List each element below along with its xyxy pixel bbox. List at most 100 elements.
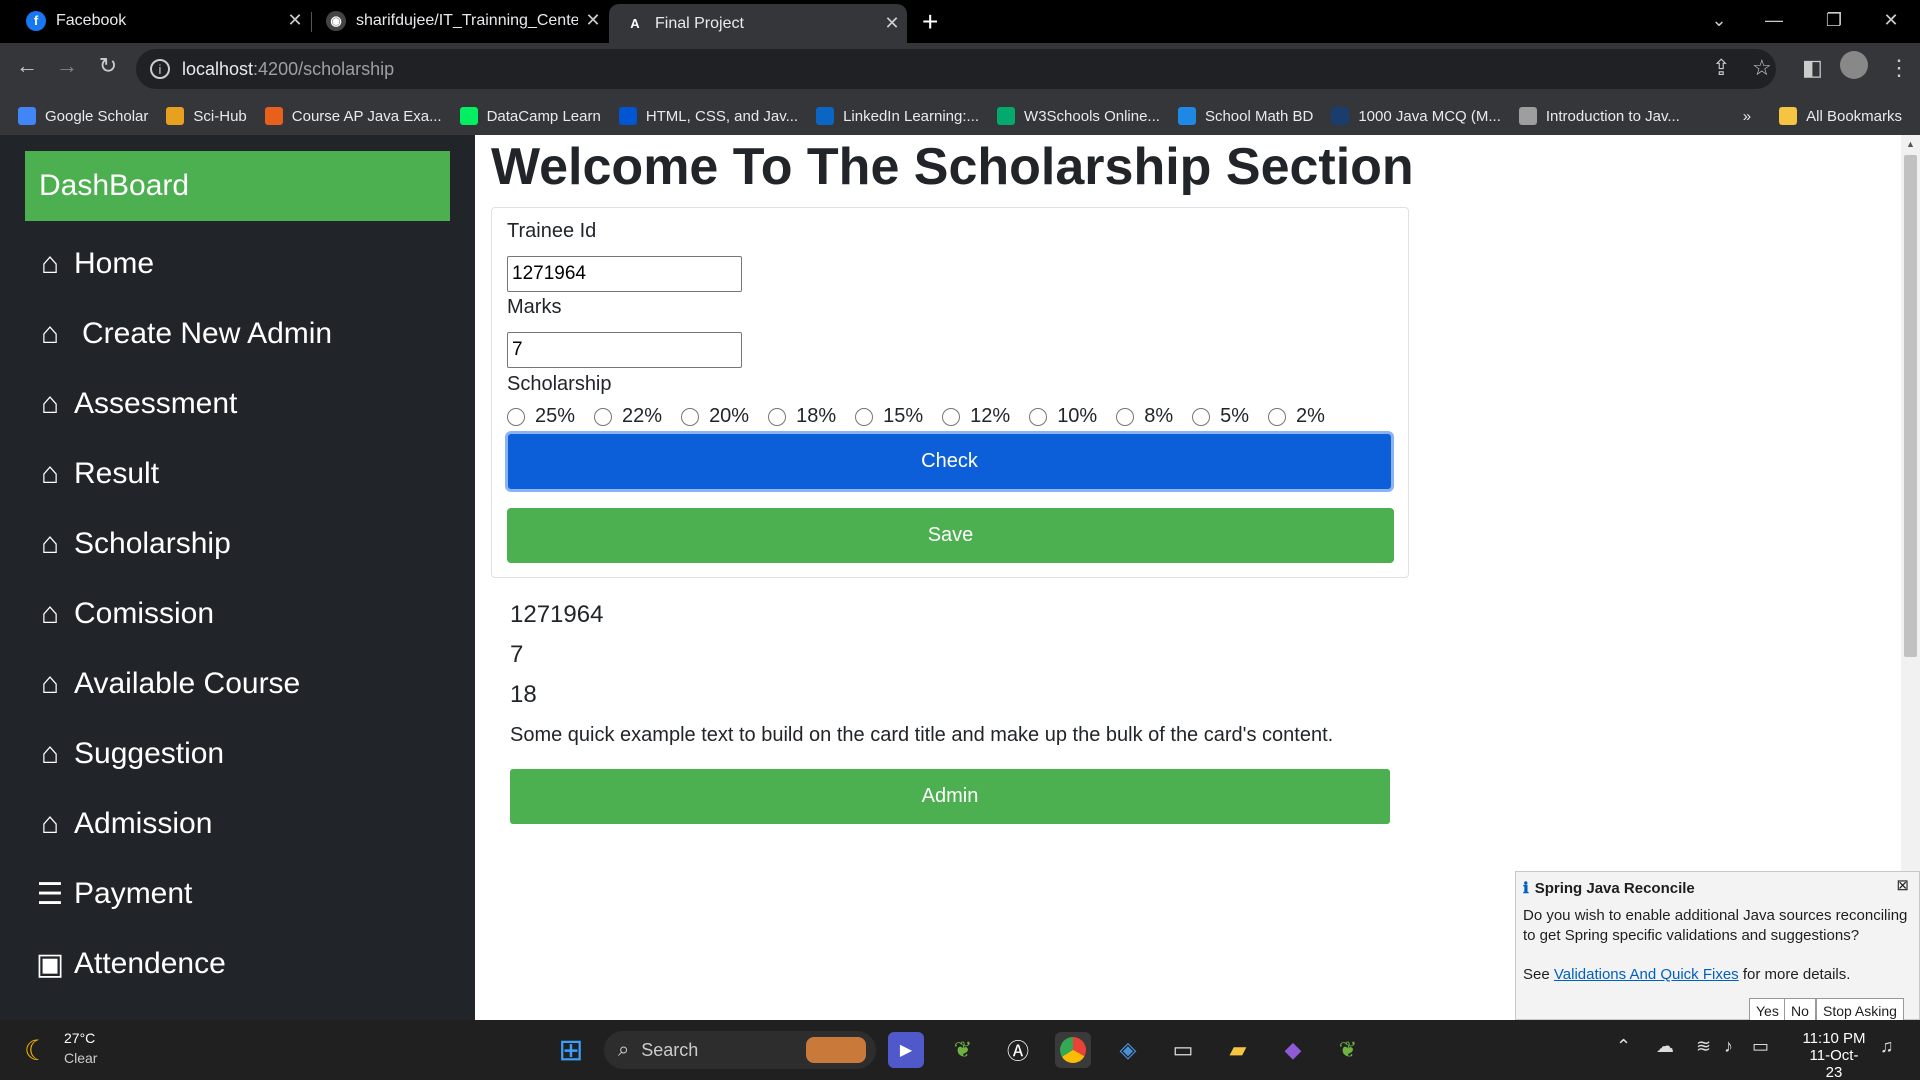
radio-button[interactable]: [942, 407, 961, 426]
sidebar-item-available-course[interactable]: ⌂ Available Course: [36, 667, 300, 701]
forward-button[interactable]: →: [51, 53, 83, 79]
battery-icon[interactable]: ▭: [1752, 1036, 1769, 1057]
bookmark-star-icon[interactable]: ☆: [1752, 55, 1772, 81]
github-icon: ◉: [326, 10, 346, 31]
volume-icon[interactable]: ♪: [1724, 1036, 1733, 1057]
marks-input[interactable]: [507, 332, 742, 368]
sidebar-item-payment[interactable]: ☰ Payment: [36, 877, 193, 911]
reload-button[interactable]: ↻: [92, 53, 124, 79]
sidebar-item-comission[interactable]: ⌂ Comission: [36, 597, 214, 631]
bookmark-item[interactable]: W3Schools Online...: [997, 107, 1160, 125]
bookmark-item[interactable]: Introduction to Jav...: [1518, 107, 1680, 125]
scholarship-option-10pct[interactable]: 10%: [1029, 405, 1097, 428]
scroll-up-icon[interactable]: ▲: [1906, 139, 1915, 149]
spring-tools-icon[interactable]: ❦: [945, 1032, 981, 1068]
notification-title-text: Spring Java Reconcile: [1534, 880, 1695, 897]
sidebar-item-suggestion[interactable]: ⌂ Suggestion: [36, 737, 224, 771]
close-tab-icon[interactable]: ✕: [280, 10, 310, 31]
sidebar-item-label: Scholarship: [74, 527, 231, 560]
tab-final-project[interactable]: A Final Project ✕: [609, 4, 907, 43]
tab-search-icon[interactable]: ⌄: [1690, 0, 1748, 40]
result-description: Some quick example text to build on the …: [510, 724, 1334, 746]
file-explorer-icon[interactable]: ▰: [1220, 1032, 1256, 1068]
close-window-button[interactable]: ✕: [1862, 0, 1920, 40]
dashboard-button[interactable]: DashBoard: [25, 151, 450, 221]
more-bookmarks-button[interactable]: »: [1743, 108, 1751, 125]
teams-icon[interactable]: ▶: [888, 1032, 924, 1068]
scholarship-option-8pct[interactable]: 8%: [1116, 405, 1173, 428]
tab-title: Facebook: [56, 11, 127, 29]
share-icon[interactable]: ⇪: [1712, 55, 1730, 81]
radio-button[interactable]: [507, 407, 525, 426]
terminal-icon[interactable]: ▭: [1165, 1032, 1201, 1068]
radio-button[interactable]: [855, 407, 874, 426]
sidebar-item-scholarship[interactable]: ⌂ Scholarship: [36, 527, 231, 561]
check-button[interactable]: Check: [505, 431, 1394, 492]
sidebar-item-create-new-admin[interactable]: ⌂ Create New Admin: [36, 317, 332, 351]
bookmark-item[interactable]: DataCamp Learn: [459, 107, 601, 125]
close-notification-icon[interactable]: ⊠: [1896, 876, 1909, 894]
radio-button[interactable]: [681, 407, 700, 426]
radio-button[interactable]: [1029, 407, 1048, 426]
bookmark-label: Introduction to Jav...: [1545, 107, 1680, 125]
bookmark-item[interactable]: 1000 Java MCQ (M...: [1331, 107, 1501, 125]
admin-button[interactable]: Admin: [510, 769, 1390, 824]
scholarship-option-5pct[interactable]: 5%: [1192, 405, 1249, 428]
bookmark-item[interactable]: School Math BD: [1177, 107, 1313, 125]
new-tab-button[interactable]: +: [922, 6, 938, 38]
scholarship-option-2pct[interactable]: 2%: [1268, 405, 1325, 428]
site-info-icon[interactable]: i: [150, 59, 170, 79]
address-bar[interactable]: i localhost:4200/scholarship: [136, 49, 1776, 89]
radio-button[interactable]: [768, 407, 787, 426]
cloud-icon[interactable]: ☁: [1656, 1036, 1674, 1057]
close-tab-icon[interactable]: ✕: [877, 13, 907, 34]
temperature[interactable]: 27°C: [64, 1030, 95, 1046]
scholarship-option-12pct[interactable]: 12%: [942, 405, 1010, 428]
back-button[interactable]: ←: [11, 53, 43, 79]
scrollbar-thumb[interactable]: [1904, 155, 1917, 657]
bookmark-item[interactable]: LinkedIn Learning:...: [816, 107, 979, 125]
scholarship-option-18pct[interactable]: 18%: [768, 405, 836, 428]
result-trainee-id: 1271964: [510, 601, 604, 628]
bookmark-item[interactable]: HTML, CSS, and Jav...: [618, 107, 798, 125]
sidebar-item-home[interactable]: ⌂ Home: [36, 247, 154, 281]
windows-start-icon[interactable]: ⊞: [553, 1032, 589, 1068]
taskbar-search[interactable]: ⌕ Search: [604, 1031, 876, 1069]
sidebar-item-result[interactable]: ⌂ Result: [36, 457, 159, 491]
chrome-icon[interactable]: [1055, 1032, 1091, 1068]
sidebar-item-admission[interactable]: ⌂ Admission: [36, 807, 212, 841]
scholarship-option-25pct[interactable]: 25%: [507, 405, 575, 428]
validations-link[interactable]: Validations And Quick Fixes: [1554, 966, 1739, 983]
bookmark-item[interactable]: Google Scholar: [18, 107, 148, 125]
clock[interactable]: 11:10 PM 11-Oct-23: [1802, 1030, 1866, 1081]
tab-facebook[interactable]: f Facebook ✕: [0, 0, 310, 41]
restore-button[interactable]: ❐: [1805, 0, 1863, 40]
scholarship-option-20pct[interactable]: 20%: [681, 405, 749, 428]
radio-button[interactable]: [1192, 407, 1211, 426]
scholarship-option-15pct[interactable]: 15%: [855, 405, 923, 428]
visual-studio-icon[interactable]: ◆: [1275, 1032, 1311, 1068]
sidebar-item-attendence[interactable]: ▣ Attendence: [36, 947, 226, 981]
all-bookmarks-button[interactable]: All Bookmarks: [1779, 107, 1902, 125]
minimize-button[interactable]: —: [1745, 0, 1803, 40]
profile-avatar[interactable]: [1840, 51, 1868, 79]
close-tab-icon[interactable]: ✕: [578, 10, 608, 31]
sidebar-item-assessment[interactable]: ⌂ Assessment: [36, 387, 237, 421]
side-panel-icon[interactable]: ◧: [1802, 55, 1823, 81]
tab-github[interactable]: ◉ sharifdujee/IT_Trainning_Center ✕: [312, 0, 608, 41]
bookmark-item[interactable]: Course AP Java Exa...: [264, 107, 442, 125]
notifications-bell-icon[interactable]: ♫: [1880, 1036, 1894, 1057]
radio-button[interactable]: [1116, 407, 1135, 426]
scholarship-option-22pct[interactable]: 22%: [594, 405, 662, 428]
radio-button[interactable]: [1268, 407, 1287, 426]
netbeans-icon[interactable]: ◈: [1110, 1032, 1146, 1068]
radio-button[interactable]: [594, 407, 613, 426]
bookmark-item[interactable]: Sci-Hub: [166, 107, 247, 125]
show-hidden-icons[interactable]: ⌃: [1616, 1036, 1631, 1057]
spring-boot-icon[interactable]: ❦: [1330, 1032, 1366, 1068]
app-store-icon[interactable]: Ⓐ: [1000, 1032, 1036, 1068]
wifi-icon[interactable]: ≋: [1696, 1036, 1711, 1057]
menu-icon[interactable]: ⋮: [1888, 55, 1910, 81]
save-button[interactable]: Save: [507, 508, 1394, 563]
trainee-id-input[interactable]: [507, 256, 742, 292]
